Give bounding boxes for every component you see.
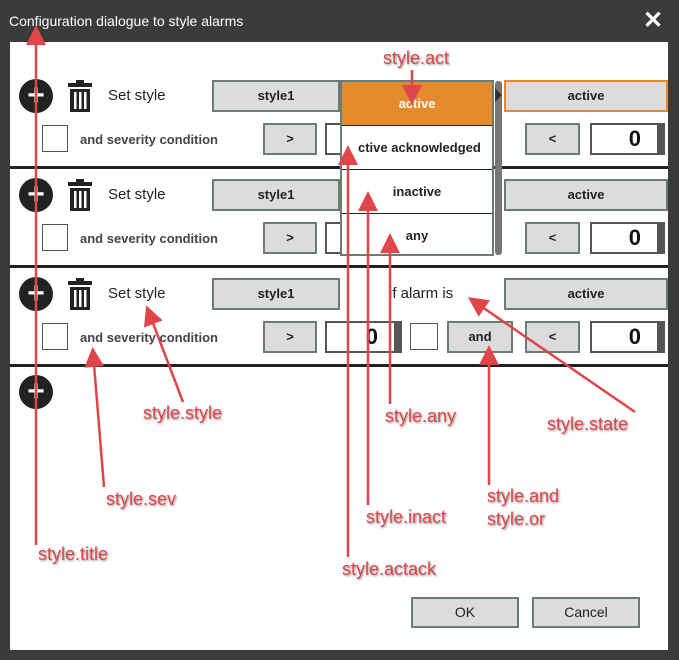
annotation-state: style.state	[547, 414, 629, 434]
annotation-and: style.and	[487, 486, 560, 506]
annotation-actack: style.actack	[342, 559, 437, 579]
arrow-style	[143, 305, 185, 403]
annotation-style: style.style	[143, 403, 223, 423]
annotation-sev: style.sev	[106, 489, 177, 509]
annotation-inact: style.inact	[366, 507, 447, 527]
arrow-state	[467, 297, 636, 414]
arrow-sev	[84, 347, 106, 488]
annotation-act: style.act	[383, 48, 450, 68]
annotation-or: style.or	[487, 509, 546, 529]
annotation-title: style.title	[38, 544, 109, 564]
annotation-any: style.any	[385, 406, 457, 426]
